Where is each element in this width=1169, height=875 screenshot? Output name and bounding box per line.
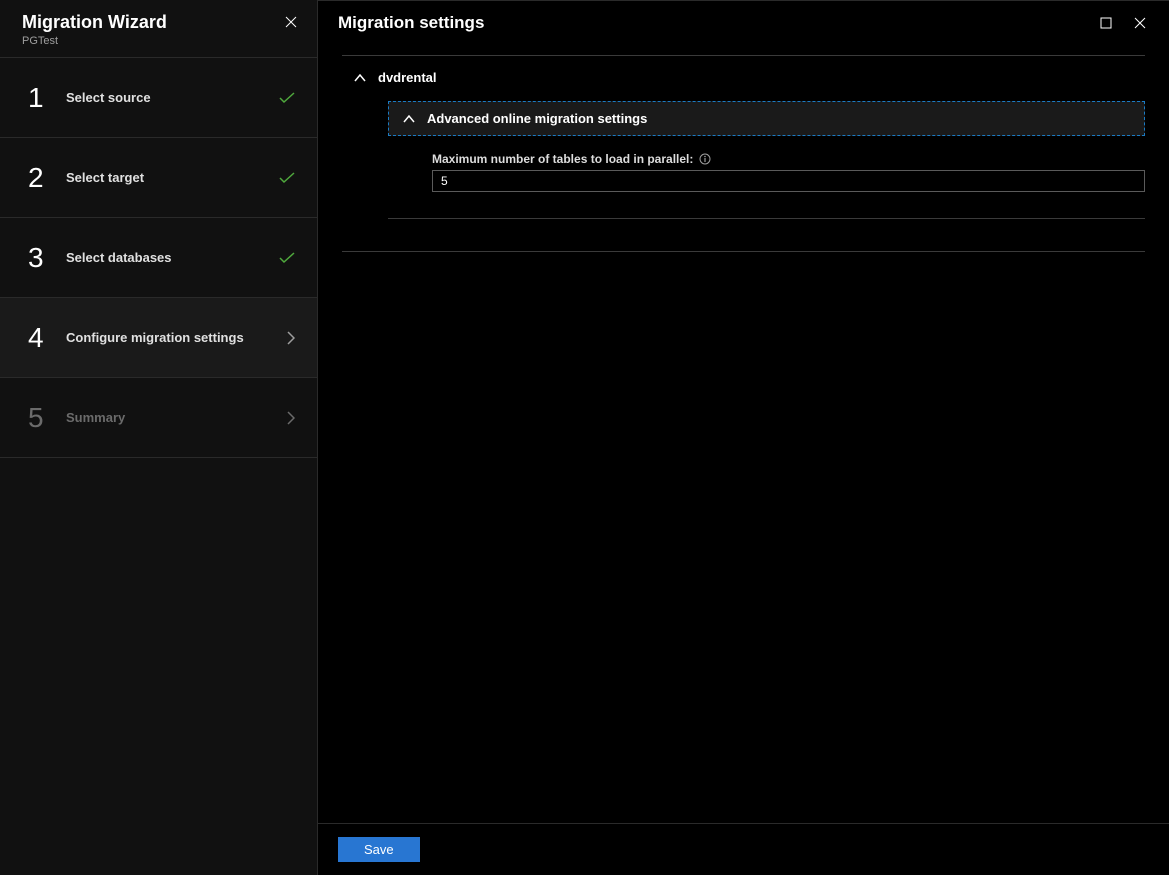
check-icon [279,92,295,104]
step-label: Select target [66,170,144,185]
window-controls [1097,14,1149,32]
sidebar-header: Migration Wizard PGTest [0,0,317,58]
max-tables-input[interactable] [432,170,1145,192]
wizard-sidebar: Migration Wizard PGTest 1 Select source … [0,0,318,875]
database-section-header[interactable]: dvdrental [342,70,1145,85]
info-circle-icon [699,153,711,165]
advanced-settings-label: Advanced online migration settings [427,111,647,126]
divider [388,218,1145,219]
step-status-check [279,252,295,264]
step-label: Configure migration settings [66,330,244,345]
maximize-button[interactable] [1097,14,1115,32]
step-list: 1 Select source 2 Select target 3 Select… [0,58,317,458]
step-number: 3 [28,242,58,274]
step-status-pending [287,411,295,425]
chevron-up-icon [354,74,366,82]
close-wizard-button[interactable] [281,12,301,32]
step-label: Select databases [66,250,172,265]
chevron-up-icon [403,115,415,123]
main-panel: Migration settings dvdrental Advanced on… [318,0,1169,875]
step-label: Select source [66,90,151,105]
advanced-settings-wrap: Advanced online migration settings Maxim… [388,101,1145,219]
close-icon [1134,17,1146,29]
info-icon[interactable] [699,153,711,165]
check-icon [279,252,295,264]
step-number: 1 [28,82,58,114]
step-number: 2 [28,162,58,194]
step-status-check [279,92,295,104]
chevron-right-icon [287,331,295,345]
step-label: Summary [66,410,125,425]
step-select-target[interactable]: 2 Select target [0,138,317,218]
advanced-settings-header[interactable]: Advanced online migration settings [388,101,1145,136]
step-select-source[interactable]: 1 Select source [0,58,317,138]
check-icon [279,172,295,184]
step-number: 5 [28,402,58,434]
wizard-subtitle: PGTest [22,35,295,47]
close-icon [285,16,297,28]
page-title: Migration settings [338,13,484,33]
chevron-right-icon [287,411,295,425]
step-number: 4 [28,322,58,354]
step-configure-migration-settings[interactable]: 4 Configure migration settings [0,298,317,378]
main-content: dvdrental Advanced online migration sett… [318,45,1169,823]
step-status-check [279,172,295,184]
max-tables-field-block: Maximum number of tables to load in para… [432,152,1145,192]
maximize-icon [1100,17,1112,29]
step-status-active [287,331,295,345]
save-button[interactable]: Save [338,837,420,862]
close-panel-button[interactable] [1131,14,1149,32]
footer: Save [318,823,1169,875]
main-header: Migration settings [318,1,1169,45]
database-name: dvdrental [378,70,437,85]
max-tables-label: Maximum number of tables to load in para… [432,152,693,166]
database-section: dvdrental Advanced online migration sett… [342,55,1145,237]
step-summary[interactable]: 5 Summary [0,378,317,458]
field-label-row: Maximum number of tables to load in para… [432,152,1145,166]
step-select-databases[interactable]: 3 Select databases [0,218,317,298]
divider [342,251,1145,252]
wizard-title: Migration Wizard [22,12,295,33]
